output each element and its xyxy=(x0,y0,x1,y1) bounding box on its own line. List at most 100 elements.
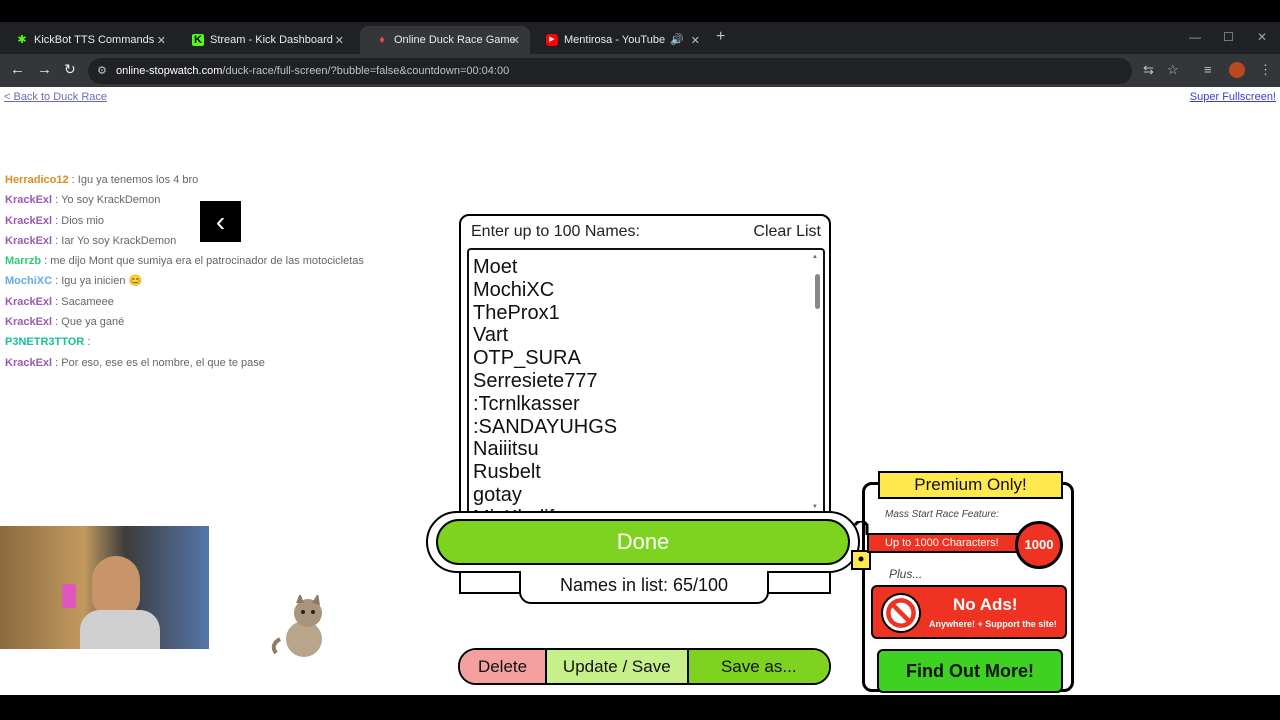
name-entry: Vart xyxy=(473,324,509,347)
chat-message: P3NETR3TTOR : xyxy=(5,335,364,355)
chat-message: KrackExl : Dios mio xyxy=(5,214,364,234)
done-button-frame: Done xyxy=(426,511,860,573)
close-icon[interactable]: ✕ xyxy=(157,34,166,47)
avatar[interactable] xyxy=(1229,62,1245,78)
browser-toolbar: ← → ↻ ⚙ online-stopwatch.com/duck-race/f… xyxy=(0,54,1280,87)
chat-username: KrackExl xyxy=(5,194,53,207)
chat-text: : Iar Yo soy KrackDemon xyxy=(55,234,177,247)
name-entry: gotay xyxy=(473,483,522,506)
scroll-down-icon[interactable]: ▼ xyxy=(812,504,818,510)
chat-overlay: Herradico12 : Igu ya tenemos los 4 bro Kr… xyxy=(5,173,364,376)
name-entry: Rusbelt xyxy=(473,461,541,484)
address-bar[interactable]: ⚙ online-stopwatch.com/duck-race/full-sc… xyxy=(88,58,1132,84)
tab-kick-dashboard[interactable]: K Stream - Kick Dashboard ✕ xyxy=(176,26,354,54)
chat-message: KrackExl : Iar Yo soy KrackDemon xyxy=(5,234,364,254)
chat-username: KrackExl xyxy=(5,295,53,308)
chat-username: MochiXC xyxy=(5,275,53,288)
premium-panel: Premium Only! Mass Start Race Feature: U… xyxy=(851,471,1074,693)
no-ads-title: No Ads! xyxy=(953,595,1018,614)
name-entry: :Tcrnlkasser xyxy=(473,392,580,415)
chat-text: : Sacameee xyxy=(55,295,114,308)
url-path: /duck-race/full-screen/?bubble=false&cou… xyxy=(222,65,510,77)
close-icon[interactable]: ✕ xyxy=(691,34,700,47)
name-entry: MochiXC xyxy=(473,278,555,301)
tab-title: KickBot TTS Commands xyxy=(34,34,155,46)
characters-count-badge: 1000 xyxy=(1015,521,1063,569)
kick-icon: K xyxy=(192,34,204,46)
done-button[interactable]: Done xyxy=(436,519,850,565)
window-close-icon[interactable]: ✕ xyxy=(1257,30,1267,44)
tab-bar: ✱ KickBot TTS Commands ✕ K Stream - Kick… xyxy=(0,22,1280,54)
names-heading: Enter up to 100 Names: xyxy=(471,223,640,240)
bookmark-star-icon[interactable]: ☆ xyxy=(1167,62,1179,78)
tab-title: Online Duck Race Game xyxy=(394,34,516,46)
no-ads-banner: No Ads! Anywhere! + Support the site! xyxy=(871,585,1067,639)
tab-youtube[interactable]: ▶ Mentirosa - YouTube 🔊 ✕ xyxy=(530,26,710,54)
chat-message: KrackExl : Yo soy KrackDemon xyxy=(5,193,364,213)
kickbot-icon: ✱ xyxy=(17,34,27,46)
chat-message: MochiXC : Igu ya inicien 😊 xyxy=(5,274,364,294)
scroll-up-icon[interactable]: ▲ xyxy=(812,254,818,260)
names-textarea[interactable]: Moet MochiXC TheProx1 Vart OTP_SURA Serresiet… xyxy=(467,248,825,516)
clear-list-button[interactable]: Clear List xyxy=(753,223,821,241)
no-ads-subtitle: Anywhere! + Support the site! xyxy=(929,619,1057,629)
speaker-icon[interactable]: 🔊 xyxy=(670,33,684,46)
chat-username: Marrzb xyxy=(5,255,42,268)
youtube-icon: ▶ xyxy=(546,34,558,46)
mass-start-label: Mass Start Race Feature: xyxy=(885,509,999,520)
chat-username: P3NETR3TTOR xyxy=(5,336,85,349)
chat-text: : Por eso, ese es el nombre, el que te p… xyxy=(55,356,265,369)
media-icon[interactable]: ≡ xyxy=(1204,62,1212,77)
tab-kickbot[interactable]: ✱ KickBot TTS Commands ✕ xyxy=(0,26,176,54)
chat-message: KrackExl : Que ya gané xyxy=(5,315,364,335)
cat-sticker-icon xyxy=(271,595,322,657)
save-as-button[interactable]: Save as... xyxy=(688,650,829,683)
delete-button[interactable]: Delete xyxy=(460,650,548,683)
back-to-duck-race-link[interactable]: < Back to Duck Race xyxy=(4,91,107,103)
characters-bar: Up to 1000 Characters! xyxy=(867,533,1037,553)
no-entry-icon xyxy=(881,593,921,633)
translate-icon[interactable]: ⇆ xyxy=(1143,62,1154,78)
back-arrow-icon[interactable]: ← xyxy=(10,61,25,78)
chat-username: KrackExl xyxy=(5,356,53,369)
find-out-more-button[interactable]: Find Out More! xyxy=(877,649,1063,693)
names-count: Names in list: 65/100 xyxy=(519,571,769,604)
page-content: < Back to Duck Race Super Fullscreen! He… xyxy=(0,87,1280,695)
menu-dots-icon[interactable]: ⋮ xyxy=(1259,62,1272,78)
chat-username: KrackExl xyxy=(5,214,53,227)
chat-message: Marrzb : me dijo Mont que sumiya era el … xyxy=(5,254,364,274)
chat-username: KrackExl xyxy=(5,316,53,329)
reload-icon[interactable]: ↻ xyxy=(64,61,76,78)
tab-title: Stream - Kick Dashboard xyxy=(210,34,333,46)
scrollbar-thumb[interactable] xyxy=(815,274,820,309)
new-tab-icon[interactable]: + xyxy=(716,28,725,46)
chat-text: : Igu ya inicien 😊 xyxy=(55,275,143,288)
chat-message: Herradico12 : Igu ya tenemos los 4 bro xyxy=(5,173,364,193)
chat-text: : Igu ya tenemos los 4 bro xyxy=(71,174,199,186)
chat-username: Herradico12 xyxy=(5,174,69,186)
action-button-row: Delete Update / Save Save as... xyxy=(458,648,831,685)
name-entry: Naiiitsu xyxy=(473,438,539,461)
update-save-button[interactable]: Update / Save xyxy=(547,650,689,683)
minimize-icon[interactable]: — xyxy=(1189,30,1201,44)
super-fullscreen-link[interactable]: Super Fullscreen! xyxy=(1190,91,1276,103)
forward-arrow-icon[interactable]: → xyxy=(37,61,52,78)
chat-text: : me dijo Mont que sumiya era el patroci… xyxy=(44,255,364,268)
tab-duck-race[interactable]: ♦ Online Duck Race Game ✕ xyxy=(360,26,530,54)
scrollbar[interactable]: ▲ ▼ xyxy=(812,254,821,510)
duck-icon: ♦ xyxy=(379,34,385,46)
chat-message: KrackExl : Por eso, ese es el nombre, el… xyxy=(5,356,364,376)
name-entry: Moet xyxy=(473,256,518,278)
kick-logo-icon: ‹ xyxy=(200,201,241,242)
chat-text: : Dios mio xyxy=(55,214,105,227)
name-entry: OTP_SURA xyxy=(473,347,581,370)
name-entry: Serresiete777 xyxy=(473,369,598,392)
plus-label: Plus... xyxy=(889,567,923,581)
site-info-icon[interactable]: ⚙ xyxy=(97,64,107,77)
close-icon[interactable]: ✕ xyxy=(511,34,520,47)
chat-text: : Que ya gané xyxy=(55,316,125,329)
close-icon[interactable]: ✕ xyxy=(335,34,344,47)
maximize-icon[interactable]: ☐ xyxy=(1223,30,1234,44)
chat-message: KrackExl : Sacameee xyxy=(5,295,364,315)
url-host: online-stopwatch.com xyxy=(116,65,223,77)
